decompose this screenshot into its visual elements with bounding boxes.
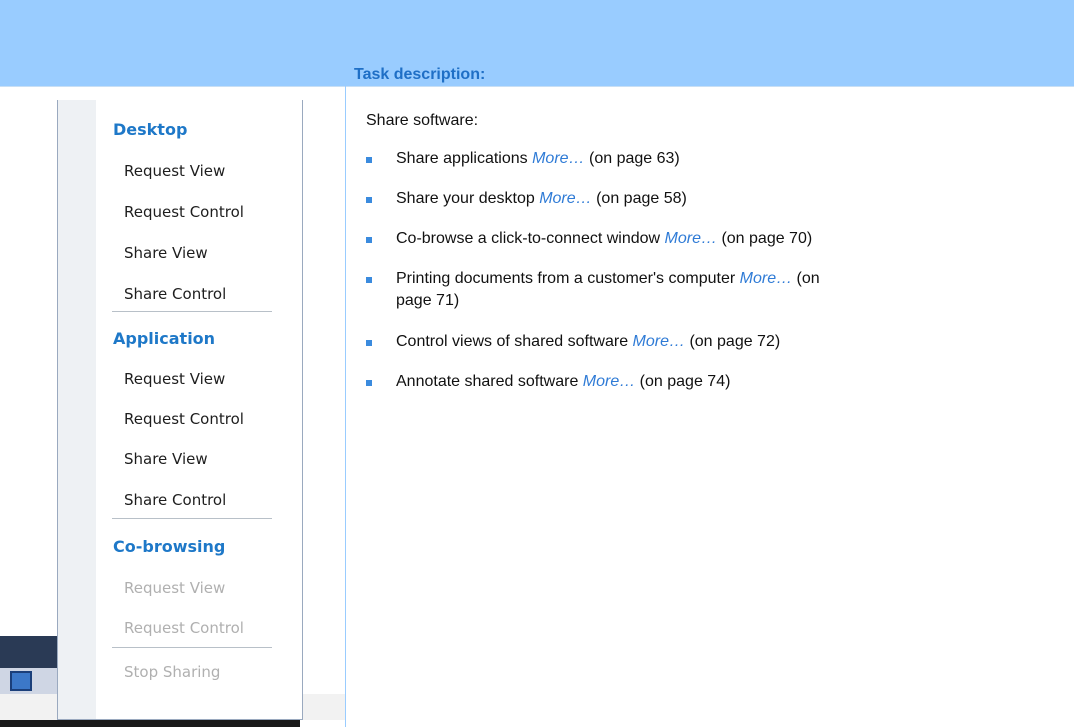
menu-item-cobrowsing-request-control: Request Control bbox=[124, 619, 244, 637]
more-link[interactable]: More… bbox=[583, 373, 635, 390]
menu-item-desktop-share-control[interactable]: Share Control bbox=[124, 285, 226, 303]
task-description-heading: Task description: bbox=[354, 66, 486, 83]
header-banner bbox=[0, 0, 1074, 86]
menu-item-application-request-view[interactable]: Request View bbox=[124, 370, 225, 388]
bullet-icon bbox=[366, 340, 372, 346]
bullet-icon bbox=[366, 197, 372, 203]
app-icon bbox=[10, 671, 32, 691]
bullet-icon bbox=[366, 380, 372, 386]
bullet-icon bbox=[366, 237, 372, 243]
page-reference: (on page 72) bbox=[685, 333, 781, 350]
task-text: Annotate shared software More… (on page … bbox=[396, 371, 1046, 393]
task-label: Share applications bbox=[396, 150, 533, 167]
menu-item-desktop-request-control[interactable]: Request Control bbox=[124, 203, 244, 221]
menu-gutter bbox=[58, 100, 96, 719]
page-reference: (on page 70) bbox=[717, 230, 813, 247]
more-link[interactable]: More… bbox=[740, 270, 792, 287]
menu-item-application-share-view[interactable]: Share View bbox=[124, 450, 208, 468]
bullet-icon bbox=[366, 157, 372, 163]
task-label: Control views of shared software bbox=[396, 333, 633, 350]
task-label: Share your desktop bbox=[396, 190, 540, 207]
more-link[interactable]: More… bbox=[532, 150, 584, 167]
page-reference: (on page 58) bbox=[591, 190, 687, 207]
menu-heading-application: Application bbox=[113, 329, 216, 348]
intro-text: Share software: bbox=[366, 112, 479, 129]
menu-separator bbox=[112, 311, 272, 312]
menu-item-desktop-share-view[interactable]: Share View bbox=[124, 244, 208, 262]
task-text: Co-browse a click-to-connect window More… bbox=[396, 228, 1046, 250]
menu-heading-cobrowsing: Co-browsing bbox=[113, 537, 226, 556]
menu-heading-desktop: Desktop bbox=[113, 120, 188, 139]
menu-separator bbox=[112, 647, 272, 648]
menu-item-stop-sharing: Stop Sharing bbox=[124, 663, 221, 681]
context-menu: Desktop Request View Request Control Sha… bbox=[57, 100, 303, 720]
task-label: Co-browse a click-to-connect window bbox=[396, 230, 665, 247]
task-text: Share your desktop More… (on page 58) bbox=[396, 188, 1046, 210]
bullet-icon bbox=[366, 277, 372, 283]
task-text: Printing documents from a customer's com… bbox=[396, 268, 826, 312]
task-text: Control views of shared software More… (… bbox=[396, 331, 1046, 353]
menu-item-cobrowsing-request-view: Request View bbox=[124, 579, 226, 597]
more-link[interactable]: More… bbox=[633, 333, 685, 350]
bottom-edge bbox=[0, 720, 300, 727]
task-label: Printing documents from a customer's com… bbox=[396, 270, 740, 287]
sharing-menu-screenshot: Desktop Request View Request Control Sha… bbox=[0, 86, 345, 727]
page-reference: (on page 63) bbox=[584, 150, 680, 167]
menu-item-application-request-control[interactable]: Request Control bbox=[124, 410, 244, 428]
task-text: Share applications More… (on page 63) bbox=[396, 148, 1046, 170]
page-reference: (on page 74) bbox=[635, 373, 731, 390]
more-link[interactable]: More… bbox=[539, 190, 591, 207]
menu-separator bbox=[112, 518, 272, 519]
task-label: Annotate shared software bbox=[396, 373, 583, 390]
menu-item-application-share-control[interactable]: Share Control bbox=[124, 491, 226, 509]
more-link[interactable]: More… bbox=[665, 230, 717, 247]
column-divider bbox=[345, 86, 346, 727]
menu-item-desktop-request-view[interactable]: Request View bbox=[124, 162, 225, 180]
